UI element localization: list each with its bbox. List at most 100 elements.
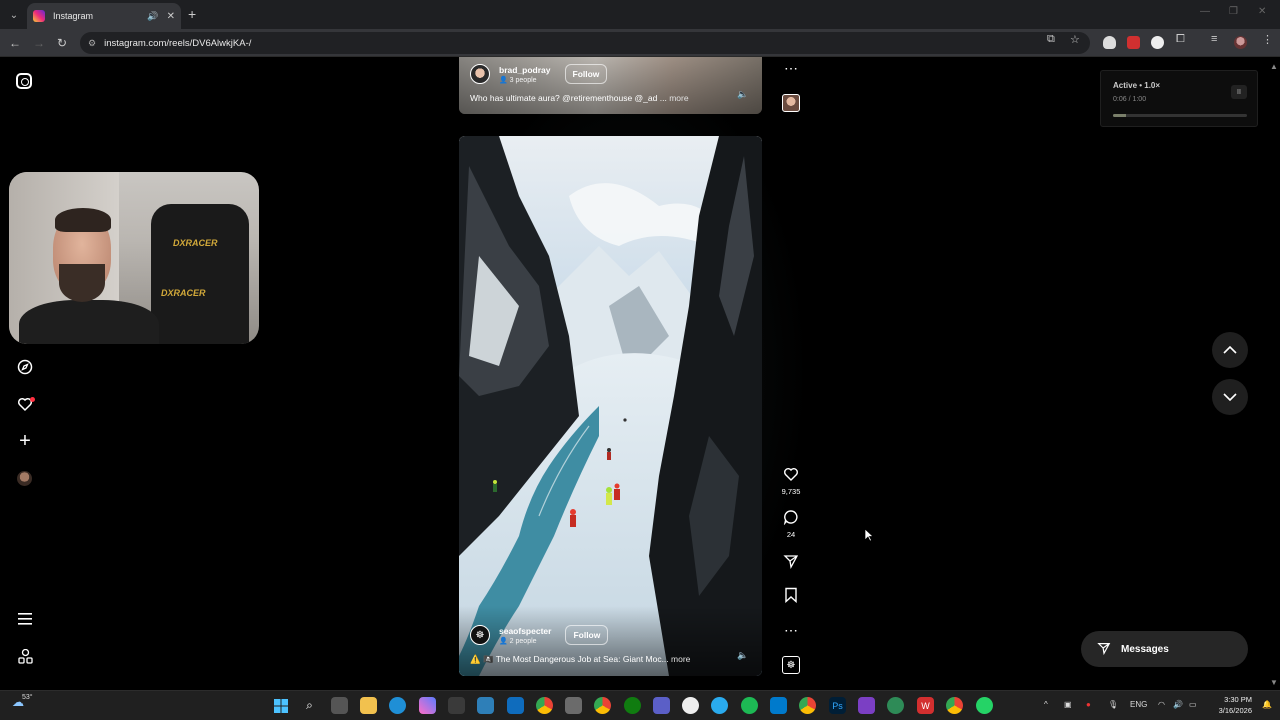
app-icon-3[interactable] xyxy=(858,697,875,714)
extension-shield-icon[interactable] xyxy=(1103,36,1116,49)
previous-author-username[interactable]: brad_podray xyxy=(499,65,551,75)
previous-audio-thumbnail[interactable] xyxy=(782,94,800,112)
window-close-icon[interactable]: ✕ xyxy=(1258,6,1266,17)
current-mute-icon[interactable]: 🔈 xyxy=(737,650,748,661)
heart-icon[interactable] xyxy=(781,466,801,485)
wifi-icon[interactable]: ◠ xyxy=(1158,700,1165,709)
chrome-profile-3-icon[interactable] xyxy=(799,697,816,714)
clock-time[interactable]: 3:30 PM xyxy=(1222,695,1252,704)
app-icon-4[interactable] xyxy=(887,697,904,714)
profile-avatar[interactable] xyxy=(17,471,32,486)
clock-date[interactable]: 3/16/2026 xyxy=(1212,706,1252,715)
app-window-icon[interactable] xyxy=(477,697,494,714)
address-bar[interactable]: ⚙ instagram.com/reels/DV6AlwkjKA-/ xyxy=(80,32,1090,54)
scrollbar-down-icon[interactable]: ▼ xyxy=(1270,678,1278,687)
save-button[interactable] xyxy=(781,587,801,606)
previous-more-options-icon[interactable]: ⋯ xyxy=(781,60,801,76)
bookmark-icon[interactable] xyxy=(781,587,801,606)
current-follow-button[interactable]: Follow xyxy=(565,625,609,645)
playback-progress-bar[interactable] xyxy=(1113,114,1247,117)
new-tab-button[interactable]: + xyxy=(188,6,196,22)
also-from-meta-icon[interactable] xyxy=(16,647,34,665)
chrome-profile-4-icon[interactable] xyxy=(946,697,963,714)
taskbar-search-icon[interactable]: ⌕ xyxy=(301,697,318,714)
file-explorer-icon[interactable] xyxy=(360,697,377,714)
xbox-icon[interactable] xyxy=(624,697,641,714)
previous-reel-arrow-icon[interactable] xyxy=(1212,332,1248,368)
whatsapp-icon[interactable] xyxy=(976,697,993,714)
reload-icon[interactable]: ↻ xyxy=(57,36,67,50)
browser-tab-instagram[interactable]: Instagram 🔊 ✕ xyxy=(27,3,181,29)
previous-caption-more[interactable]: more xyxy=(669,93,688,103)
reading-list-icon[interactable]: ≡ xyxy=(1211,33,1217,45)
outlook-icon[interactable] xyxy=(507,697,524,714)
pause-button[interactable]: II xyxy=(1231,85,1247,99)
profile-avatar-icon[interactable] xyxy=(1234,36,1247,49)
previous-reel[interactable]: brad_podray 👤 3 people Follow Who has ul… xyxy=(459,57,762,114)
photoshop-icon[interactable]: Ps xyxy=(829,697,846,714)
chrome-icon[interactable] xyxy=(536,697,553,714)
calculator-icon[interactable] xyxy=(448,697,465,714)
maximize-icon[interactable]: ❐ xyxy=(1229,6,1238,17)
back-arrow-icon[interactable]: ← xyxy=(9,36,21,50)
tray-app-icon-2[interactable]: ● xyxy=(1086,700,1091,709)
like-button[interactable]: 9,735 xyxy=(781,466,801,496)
app-icon-1[interactable] xyxy=(565,697,582,714)
create-plus-icon[interactable]: + xyxy=(16,430,34,452)
menu-hamburger-icon[interactable] xyxy=(16,610,34,628)
tray-overflow-icon[interactable]: ^ xyxy=(1044,700,1048,709)
app-icon-2[interactable] xyxy=(682,697,699,714)
wps-office-icon[interactable]: W xyxy=(917,697,934,714)
current-author-avatar[interactable]: ☸ xyxy=(470,625,490,645)
share-button[interactable] xyxy=(781,553,801,572)
current-more-options-icon[interactable]: ⋯ xyxy=(781,622,801,638)
share-send-icon[interactable] xyxy=(781,553,801,572)
tray-app-icon-1[interactable]: ▣ xyxy=(1064,700,1072,709)
browser-menu-icon[interactable]: ⋮ xyxy=(1262,33,1273,46)
copilot-icon[interactable] xyxy=(419,697,436,714)
extensions-puzzle-icon[interactable]: ⧠ xyxy=(1176,33,1185,46)
site-info-icon[interactable]: ⚙ xyxy=(88,38,96,49)
previous-author-people[interactable]: 👤 3 people xyxy=(499,76,551,84)
tab-close-icon[interactable]: ✕ xyxy=(167,11,175,22)
edge-icon[interactable] xyxy=(389,697,406,714)
language-indicator[interactable]: ENG xyxy=(1130,700,1147,709)
start-windows-icon[interactable] xyxy=(272,697,289,714)
current-caption-more[interactable]: more xyxy=(671,654,690,664)
instagram-logo-icon[interactable] xyxy=(16,73,32,89)
next-reel-arrow-icon[interactable] xyxy=(1212,379,1248,415)
chrome-profile-2-icon[interactable] xyxy=(594,697,611,714)
task-view-icon[interactable] xyxy=(331,697,348,714)
vscode-icon[interactable] xyxy=(770,697,787,714)
tab-audio-icon[interactable]: 🔊 xyxy=(147,11,158,22)
current-author-people[interactable]: 👤 2 people xyxy=(499,637,551,645)
comment-icon[interactable] xyxy=(781,509,801,528)
previous-author-avatar[interactable] xyxy=(470,64,490,84)
url-text[interactable]: instagram.com/reels/DV6AlwkjKA-/ xyxy=(104,38,251,49)
current-audio-thumbnail[interactable]: ☸ xyxy=(782,656,800,674)
current-reel-video[interactable]: ☸ seaofspecter 👤 2 people Follow ⚠️ 🏴‍☠️… xyxy=(459,136,762,676)
minimize-icon[interactable]: — xyxy=(1200,6,1210,17)
scrollbar-up-icon[interactable]: ▲ xyxy=(1270,62,1278,71)
extension-white-icon[interactable] xyxy=(1151,36,1164,49)
cast-icon[interactable]: ⧉ xyxy=(1047,33,1055,46)
current-author-username[interactable]: seaofspecter xyxy=(499,626,551,636)
teams-icon[interactable] xyxy=(653,697,670,714)
current-reel-caption[interactable]: ⚠️ 🏴‍☠️ The Most Dangerous Job at Sea: G… xyxy=(470,654,690,665)
telegram-icon[interactable] xyxy=(711,697,728,714)
messages-button[interactable]: Messages xyxy=(1081,631,1248,667)
notification-bell-icon[interactable]: 🔔 xyxy=(1262,700,1272,709)
previous-reel-caption[interactable]: Who has ultimate aura? @retirementhouse … xyxy=(470,93,689,103)
spotify-icon[interactable] xyxy=(741,697,758,714)
previous-mute-icon[interactable]: 🔈 xyxy=(737,89,748,100)
tab-search-chevron-icon[interactable]: ⌄ xyxy=(6,7,22,23)
microphone-icon[interactable]: 🎙 xyxy=(1108,700,1118,709)
previous-follow-button[interactable]: Follow xyxy=(564,64,608,84)
volume-icon[interactable]: 🔊 xyxy=(1173,700,1183,709)
comment-button[interactable]: 24 xyxy=(781,509,801,539)
explore-icon[interactable] xyxy=(16,358,34,376)
bookmark-star-icon[interactable]: ☆ xyxy=(1070,33,1080,46)
battery-icon[interactable]: ▭ xyxy=(1189,700,1197,709)
extension-red-icon[interactable] xyxy=(1127,36,1140,49)
forward-arrow-icon[interactable]: → xyxy=(33,36,45,50)
